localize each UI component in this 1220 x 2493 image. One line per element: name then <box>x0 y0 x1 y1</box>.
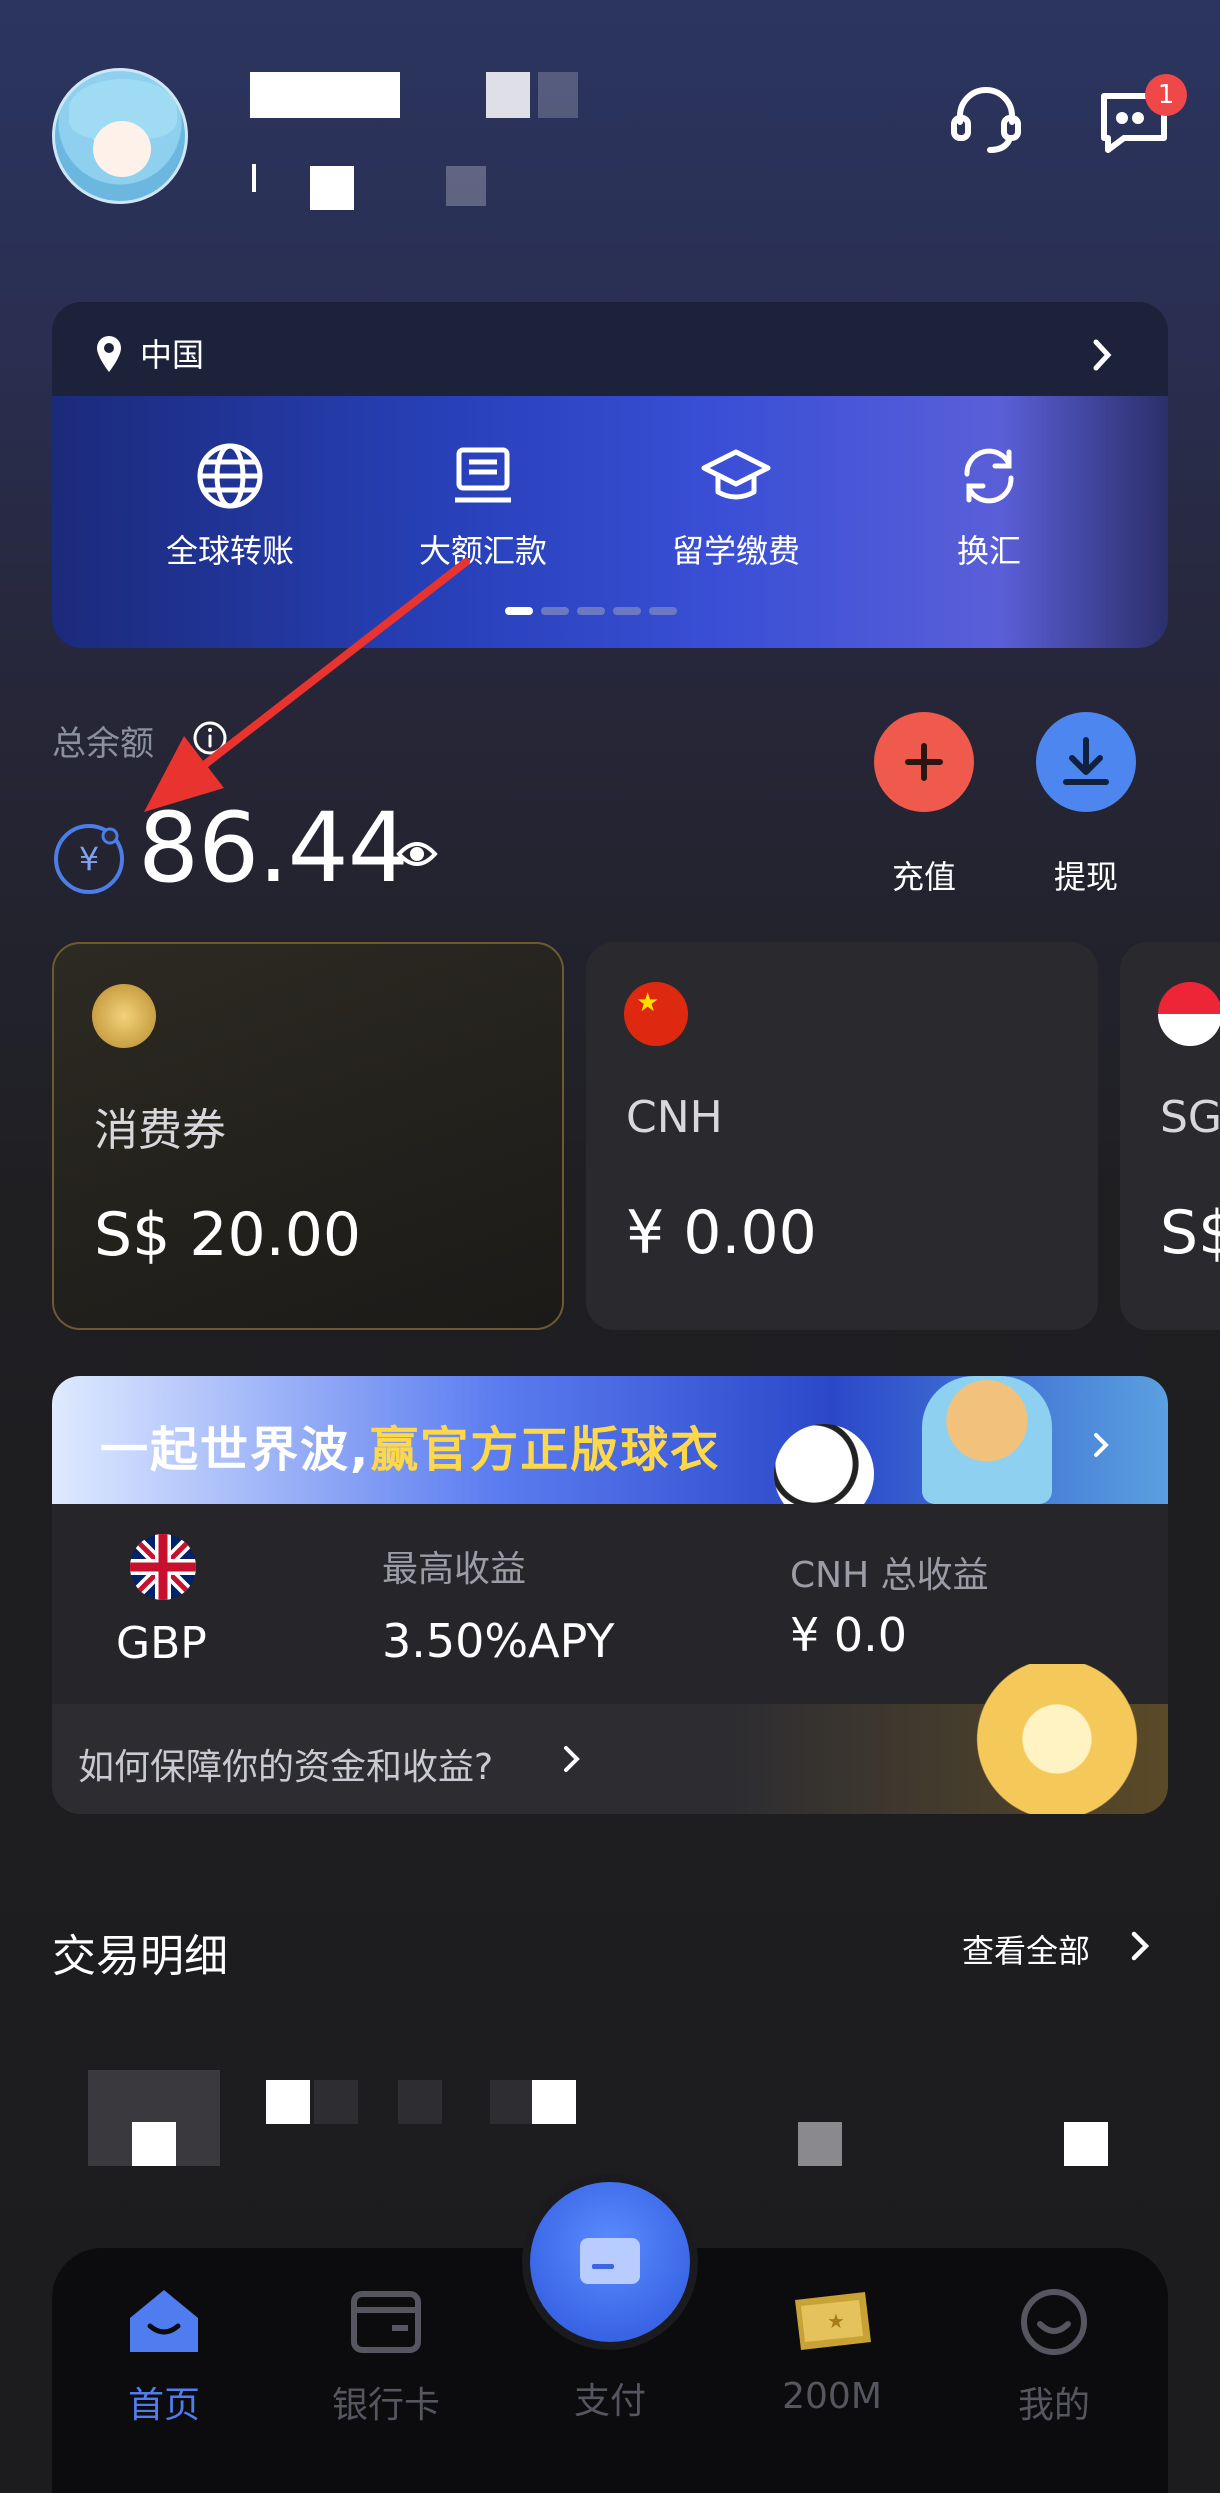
redacted-username <box>250 72 630 120</box>
soccer-ball-icon <box>774 1424 874 1504</box>
quick-action-label: 留学缴费 <box>671 532 800 570</box>
total-earnings-label: CNH 总收益 <box>790 1555 989 1596</box>
exchange-icon <box>964 448 1014 504</box>
nav-pay[interactable]: 支付 <box>530 2286 690 2424</box>
wallet-card-cnh[interactable]: ★ CNH ¥ 0.00 <box>586 942 1098 1330</box>
topup-label[interactable]: 充值 <box>844 852 1004 898</box>
chevron-right-icon[interactable] <box>1130 1930 1152 1966</box>
download-icon <box>1063 737 1109 785</box>
total-earnings-value: ¥ 0.0 <box>790 1608 908 1662</box>
wallet-name: 消费券 <box>94 1105 226 1156</box>
graduation-cap-icon <box>701 449 771 500</box>
china-flag-icon: ★ <box>624 982 688 1046</box>
eye-icon[interactable] <box>396 838 438 874</box>
chevron-right-icon[interactable] <box>562 1744 582 1778</box>
quick-action-tuition[interactable]: 留学缴费 <box>636 440 836 572</box>
earnings-currency: GBP <box>116 1618 207 1669</box>
nav-label: 银行卡 <box>331 2385 440 2426</box>
promo-banner-text: 一起世界波,赢官方正版球衣 <box>100 1422 721 1478</box>
nav-label: 支付 <box>573 2381 646 2422</box>
singapore-flag-icon <box>1158 982 1220 1046</box>
view-all-link[interactable]: 查看全部 <box>962 1926 1090 1972</box>
quick-action-label: 换汇 <box>956 532 1021 570</box>
nav-bank-card[interactable]: 银行卡 <box>306 2286 466 2428</box>
smile-icon <box>1021 2289 1087 2355</box>
redacted-account-id <box>250 160 550 210</box>
earnings-help-text[interactable]: 如何保障你的资金和收益? <box>78 1738 493 1790</box>
topup-button[interactable] <box>874 712 974 812</box>
max-yield-value: 3.50%APY <box>382 1614 615 1668</box>
location-pin-icon <box>94 334 124 378</box>
wallet-icon <box>351 2291 421 2353</box>
svg-text:★: ★ <box>827 2309 845 2333</box>
currency-icon[interactable]: ¥ <box>52 822 126 896</box>
globe-icon <box>197 443 263 509</box>
nav-me[interactable]: 我的 <box>974 2286 1134 2428</box>
home-icon <box>130 2290 198 2352</box>
withdraw-button[interactable] <box>1036 712 1136 812</box>
withdraw-label[interactable]: 提现 <box>1006 852 1166 898</box>
quick-action-exchange[interactable]: 换汇 <box>889 440 1089 572</box>
wallet-amount: ¥ 0.00 <box>626 1198 817 1268</box>
wallet-card-voucher[interactable]: 消费券 S$ 20.00 <box>52 942 564 1330</box>
mascot-image <box>922 1376 1052 1504</box>
region-name[interactable]: 中国 <box>140 330 204 376</box>
nav-label: 首页 <box>127 2385 200 2426</box>
region-selector[interactable] <box>52 302 1168 396</box>
wallet-amount: S$ <box>1160 1198 1220 1268</box>
star-mascot-image <box>972 1664 1142 1814</box>
chevron-right-icon[interactable] <box>1090 338 1114 376</box>
uk-flag-icon <box>130 1534 196 1600</box>
annotation-arrow <box>144 558 470 812</box>
currency-symbol: ¥ <box>78 840 100 878</box>
ticket-icon: ★ <box>795 2292 871 2350</box>
max-yield-label: 最高收益 <box>382 1549 527 1590</box>
voucher-icon <box>92 984 156 1048</box>
transactions-title: 交易明细 <box>52 1931 228 1982</box>
large-transfer-icon <box>455 447 511 503</box>
wallet-name: SG <box>1160 1092 1220 1143</box>
nav-200m[interactable]: ★ 200M <box>752 2286 912 2417</box>
headset-icon[interactable] <box>946 78 1026 158</box>
wallet-card-sgd[interactable]: SG S$ <box>1120 942 1220 1330</box>
nav-home[interactable]: 首页 <box>84 2286 244 2428</box>
nav-label: 200M <box>782 2376 882 2417</box>
wallet-amount: S$ 20.00 <box>94 1200 362 1270</box>
chevron-right-icon <box>1092 1432 1110 1462</box>
plus-icon <box>905 743 943 781</box>
wallet-name: CNH <box>626 1092 723 1143</box>
notification-badge: 1 <box>1145 74 1187 116</box>
avatar[interactable] <box>52 68 188 204</box>
nav-label: 我的 <box>1017 2385 1090 2426</box>
carousel-dots <box>505 600 685 615</box>
